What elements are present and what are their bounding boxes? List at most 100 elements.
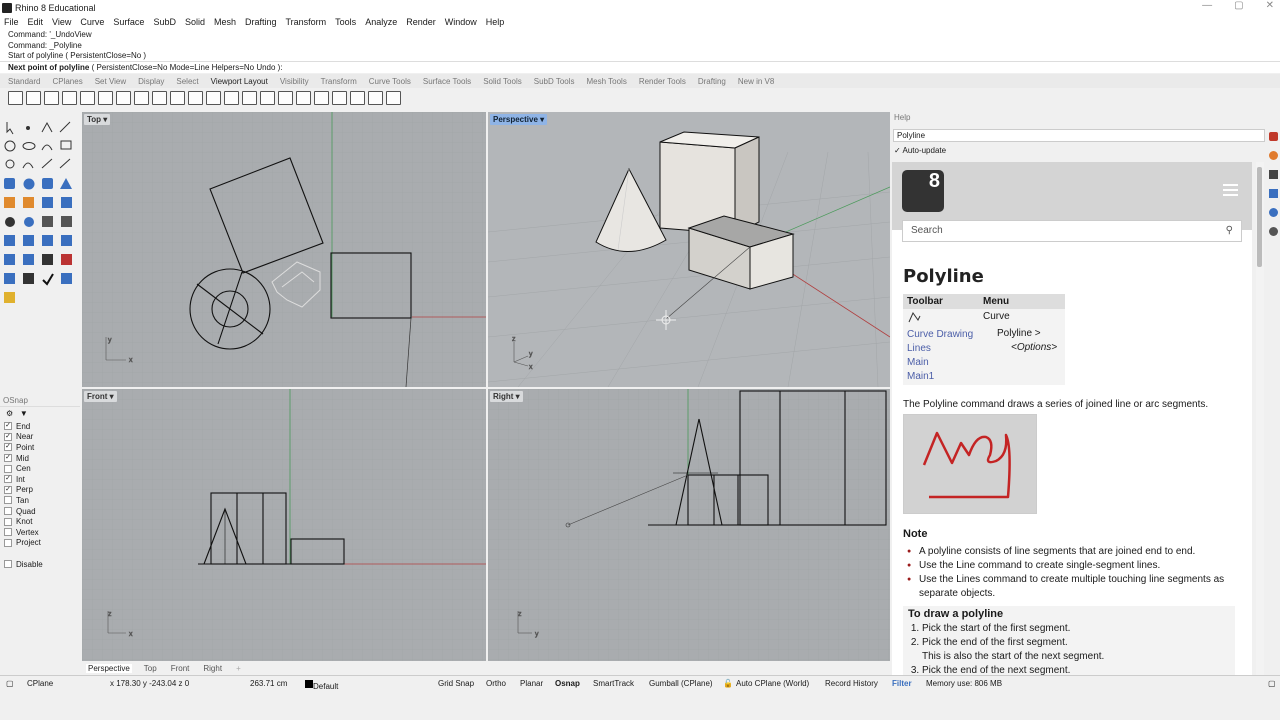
osnap-checkbox[interactable] [4,538,12,547]
camera-panel-icon[interactable] [1269,227,1278,236]
menu-file[interactable]: File [4,17,19,27]
osnap-checkbox[interactable] [4,496,12,505]
camera-icon[interactable] [152,91,167,105]
perspective-view-canvas[interactable]: z yx [488,112,890,387]
toggle-filter[interactable]: Filter [892,679,912,688]
osnap-disable[interactable]: Disable [0,559,80,570]
toggle-record-history[interactable]: Record History [825,679,878,688]
viewport-right[interactable]: yz Right ▾ [488,389,890,661]
viewport-label-top[interactable]: Top ▾ [84,114,111,125]
maximize-viewport-icon[interactable] [44,91,59,105]
tab-display[interactable]: Display [138,77,164,86]
link-lines[interactable]: Lines [907,342,975,356]
save-layout-icon[interactable] [386,91,401,105]
layers-icon[interactable] [314,91,329,105]
toggle-grid-snap[interactable]: Grid Snap [438,679,474,688]
panel-right-toggle-icon[interactable]: ▢ [1268,679,1276,688]
named-views-panel-icon[interactable] [1269,189,1278,198]
scrollbar-thumb[interactable] [1257,167,1262,267]
menu-solid[interactable]: Solid [185,17,205,27]
tool-palette-icons[interactable] [0,112,80,312]
tab-new-in-v8[interactable]: New in V8 [738,77,774,86]
menu-surface[interactable]: Surface [113,17,144,27]
osnap-checkbox[interactable]: ✓ [4,422,12,431]
layout-table-icon[interactable] [278,91,293,105]
menu-curve[interactable]: Curve [80,17,104,27]
menu-edit[interactable]: Edit [28,17,44,27]
tab-select[interactable]: Select [176,77,198,86]
link-main1[interactable]: Main1 [907,370,975,384]
dimension-icon[interactable] [296,91,311,105]
tab-mesh-tools[interactable]: Mesh Tools [587,77,627,86]
menu-help[interactable]: Help [486,17,505,27]
viewport-tab-perspective[interactable]: Perspective [86,664,132,673]
menu-view[interactable]: View [52,17,71,27]
osnap-cen[interactable]: Cen [0,463,80,474]
viewport-tab-front[interactable]: Front [169,664,192,673]
viewport-tab-right[interactable]: Right [201,664,224,673]
link-main[interactable]: Main [907,356,975,370]
tab-solid-tools[interactable]: Solid Tools [483,77,522,86]
osnap-checkbox[interactable]: ✓ [4,485,12,494]
search-icon[interactable]: ⚲ [1226,225,1233,236]
osnap-near[interactable]: ✓ Near [0,432,80,443]
panel-toggle-icon[interactable]: ▢ [6,679,14,688]
help-search-input[interactable]: Search ⚲ [902,220,1242,242]
tab-subd-tools[interactable]: SubD Tools [534,77,575,86]
status-cplane[interactable]: CPlane [27,679,53,688]
print-icon[interactable] [350,91,365,105]
osnap-checkbox[interactable] [4,507,12,516]
viewport-perspective[interactable]: z yx Perspective ▾ [488,112,890,387]
tab-standard[interactable]: Standard [8,77,40,86]
toggle-gumball[interactable]: Gumball (CPlane) [649,679,713,688]
osnap-checkbox[interactable]: ✓ [4,475,12,484]
viewport-label-right[interactable]: Right ▾ [490,391,523,402]
menu-subd[interactable]: SubD [153,17,176,27]
toggle-planar[interactable]: Planar [520,679,543,688]
viewport-tab-top[interactable]: Top [142,664,159,673]
tab-set-view[interactable]: Set View [95,77,126,86]
tab-transform[interactable]: Transform [321,77,357,86]
viewport-properties-icon[interactable] [62,91,77,105]
help-topic-input[interactable]: Polyline [893,129,1265,142]
help-scrollbar[interactable] [1256,162,1264,675]
osnap-project[interactable]: Project [0,538,80,549]
materials-panel-icon[interactable] [1269,151,1278,160]
osnap-checkbox[interactable] [4,517,12,526]
picture-icon[interactable] [224,91,239,105]
close-icon[interactable]: ✕ [1266,0,1274,11]
right-view-canvas[interactable]: yz [488,389,890,661]
osnap-int[interactable]: ✓ Int [0,474,80,485]
toggle-smarttrack[interactable]: SmartTrack [593,679,634,688]
osnap-mid[interactable]: ✓ Mid [0,453,80,464]
osnap-tan[interactable]: Tan [0,495,80,506]
detail-icon[interactable] [260,91,275,105]
tab-curve-tools[interactable]: Curve Tools [369,77,411,86]
link-curve-drawing[interactable]: Curve Drawing [907,328,975,342]
command-prompt-options[interactable]: ( PersistentClose=No Mode=Line Helpers=N… [92,63,283,72]
status-layer[interactable]: Default [305,679,338,691]
tab-surface-tools[interactable]: Surface Tools [423,77,471,86]
new-viewport-icon[interactable] [80,91,95,105]
zoom-icon[interactable] [206,91,221,105]
menu-drafting[interactable]: Drafting [245,17,277,27]
tab-drafting[interactable]: Drafting [698,77,726,86]
compare-icon[interactable] [368,91,383,105]
grid-layout-icon[interactable] [134,91,149,105]
layout-grid-icon[interactable] [26,91,41,105]
split-horizontal-icon[interactable] [98,91,113,105]
osnap-checkbox[interactable]: ✓ [4,432,12,441]
layout-4-viewports-icon[interactable] [8,91,23,105]
command-line[interactable]: Next point of polyline ( PersistentClose… [0,61,1280,73]
menu-tools[interactable]: Tools [335,17,356,27]
viewport-label-front[interactable]: Front ▾ [84,391,117,402]
osnap-point[interactable]: ✓ Point [0,442,80,453]
auto-update-checkbox[interactable]: ✓ Auto-update [894,146,946,155]
toggle-auto-cplane[interactable]: Auto CPlane (World) [736,679,809,688]
tab-render-tools[interactable]: Render Tools [639,77,686,86]
osnap-end[interactable]: ✓ End [0,421,80,432]
layers-panel-icon[interactable] [1269,208,1278,217]
viewport-top[interactable]: xy Top ▾ [82,112,486,387]
viewport-label-perspective[interactable]: Perspective ▾ [490,114,548,125]
tab-cplanes[interactable]: CPlanes [52,77,82,86]
